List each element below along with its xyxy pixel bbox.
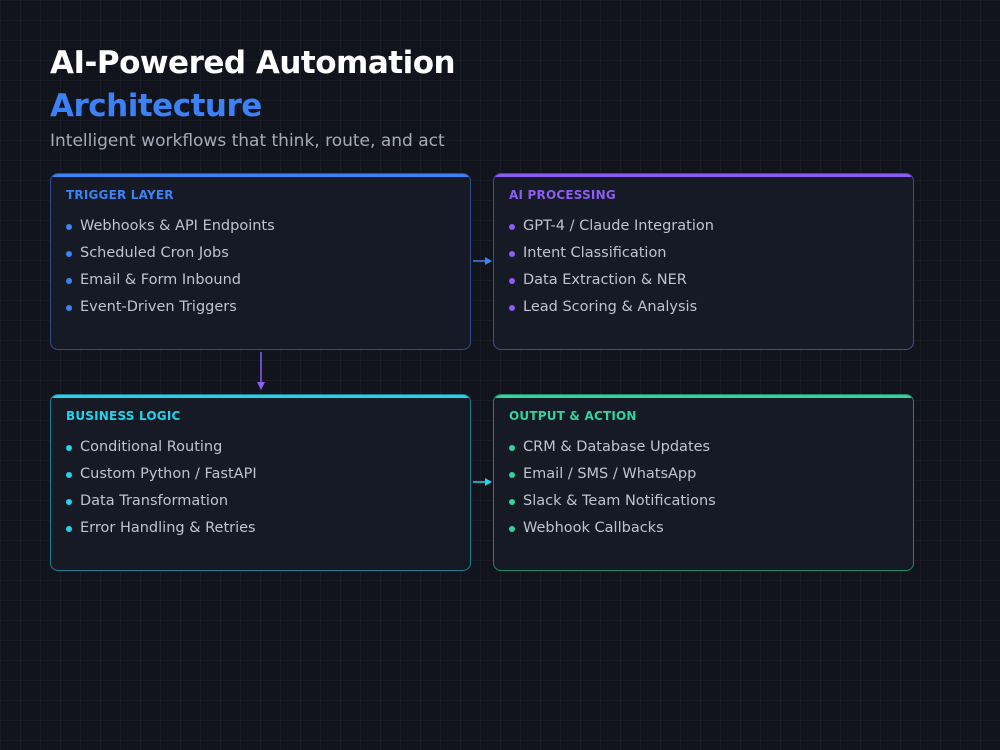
bullet-icon: [509, 251, 515, 257]
list-item-label: Webhook Callbacks: [523, 520, 664, 536]
bullet-icon: [66, 499, 72, 505]
trigger-layer-card: TRIGGER LAYER Webhooks & API Endpoints S…: [50, 173, 471, 350]
list-item-label: Scheduled Cron Jobs: [80, 245, 229, 261]
business-logic-card: BUSINESS LOGIC Conditional Routing Custo…: [50, 394, 471, 571]
list-item: Event-Driven Triggers: [66, 294, 275, 321]
card-title: TRIGGER LAYER: [66, 188, 174, 202]
arrow-down-icon: [257, 352, 265, 390]
list-item: Data Extraction & NER: [509, 267, 714, 294]
list-item-label: Event-Driven Triggers: [80, 299, 237, 315]
card-title: BUSINESS LOGIC: [66, 409, 181, 423]
list-item: Intent Classification: [509, 240, 714, 267]
list-item: Conditional Routing: [66, 434, 257, 461]
item-list: GPT-4 / Claude Integration Intent Classi…: [509, 213, 714, 321]
item-list: CRM & Database Updates Email / SMS / Wha…: [509, 434, 716, 542]
page-title-accent: Architecture: [50, 88, 262, 124]
list-item-label: Custom Python / FastAPI: [80, 466, 257, 482]
page-title: AI-Powered Automation: [50, 45, 456, 81]
page-subtitle: Intelligent workflows that think, route,…: [50, 131, 445, 151]
bullet-icon: [66, 224, 72, 230]
list-item: Email & Form Inbound: [66, 267, 275, 294]
list-item: Custom Python / FastAPI: [66, 461, 257, 488]
bullet-icon: [66, 526, 72, 532]
list-item-label: Webhooks & API Endpoints: [80, 218, 275, 234]
list-item: Email / SMS / WhatsApp: [509, 461, 716, 488]
list-item-label: Error Handling & Retries: [80, 520, 256, 536]
list-item-label: GPT-4 / Claude Integration: [523, 218, 714, 234]
list-item-label: Conditional Routing: [80, 439, 223, 455]
list-item: Scheduled Cron Jobs: [66, 240, 275, 267]
list-item-label: Email & Form Inbound: [80, 272, 242, 288]
list-item-label: Data Extraction & NER: [523, 272, 687, 288]
card-title: OUTPUT & ACTION: [509, 409, 637, 423]
bullet-icon: [509, 499, 515, 505]
output-action-card: OUTPUT & ACTION CRM & Database Updates E…: [493, 394, 914, 571]
bullet-icon: [509, 278, 515, 284]
bullet-icon: [509, 445, 515, 451]
bullet-icon: [66, 278, 72, 284]
list-item: Lead Scoring & Analysis: [509, 294, 714, 321]
list-item: CRM & Database Updates: [509, 434, 716, 461]
list-item: Error Handling & Retries: [66, 515, 257, 542]
bullet-icon: [509, 224, 515, 230]
bullet-icon: [509, 526, 515, 532]
item-list: Webhooks & API Endpoints Scheduled Cron …: [66, 213, 275, 321]
ai-processing-card: AI PROCESSING GPT-4 / Claude Integration…: [493, 173, 914, 350]
bullet-icon: [509, 472, 515, 478]
arrow-right-icon: [473, 257, 492, 265]
list-item-label: Email / SMS / WhatsApp: [523, 466, 697, 482]
list-item: Data Transformation: [66, 488, 257, 515]
list-item: Webhooks & API Endpoints: [66, 213, 275, 240]
bullet-icon: [66, 305, 72, 311]
bullet-icon: [66, 472, 72, 478]
list-item-label: Slack & Team Notifications: [523, 493, 716, 509]
list-item-label: Data Transformation: [80, 493, 229, 509]
list-item-label: Intent Classification: [523, 245, 667, 261]
arrow-right-icon: [473, 478, 492, 486]
bullet-icon: [66, 445, 72, 451]
bullet-icon: [509, 305, 515, 311]
list-item-label: Lead Scoring & Analysis: [523, 299, 698, 315]
list-item: GPT-4 / Claude Integration: [509, 213, 714, 240]
item-list: Conditional Routing Custom Python / Fast…: [66, 434, 257, 542]
bullet-icon: [66, 251, 72, 257]
list-item: Webhook Callbacks: [509, 515, 716, 542]
list-item: Slack & Team Notifications: [509, 488, 716, 515]
card-title: AI PROCESSING: [509, 188, 616, 202]
list-item-label: CRM & Database Updates: [523, 439, 711, 455]
